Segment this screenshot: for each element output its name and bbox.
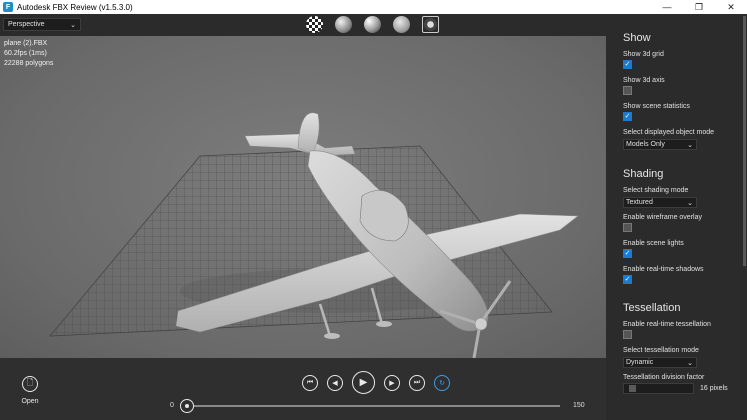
close-button[interactable]: ✕ <box>715 0 747 14</box>
window-title: Autodesk FBX Review (v1.5.3.0) <box>17 2 133 12</box>
top-toolbar: Perspective ⌄ <box>0 14 606 36</box>
shading-mode-select[interactable]: Textured ⌄ <box>623 197 697 208</box>
chevron-down-icon: ⌄ <box>687 359 693 367</box>
scrollbar-thumb[interactable] <box>743 16 746 266</box>
chevron-down-icon: ⌄ <box>687 199 693 207</box>
tessellation-section-title: Tessellation <box>623 302 681 314</box>
loop-toggle-button[interactable]: ↻ <box>434 374 450 391</box>
playback-bar: 🗋 Open ⏮ ◀ ▶ ▶ ⏭ ↻ 0 150 <box>0 358 606 420</box>
slider-handle[interactable] <box>629 385 636 392</box>
skip-to-start-button[interactable]: ⏮ <box>302 374 318 391</box>
show-grid-label: Show 3d grid <box>623 51 664 58</box>
tessellation-mode-select[interactable]: Dynamic ⌄ <box>623 357 697 368</box>
division-factor-slider[interactable] <box>623 383 694 394</box>
show-section-title: Show <box>623 32 651 44</box>
open-label: Open <box>21 398 39 405</box>
plain-sphere-icon[interactable] <box>335 16 352 33</box>
open-file-icon: 🗋 <box>22 376 38 392</box>
wireframe-checkbox[interactable] <box>623 223 632 232</box>
shading-section-title: Shading <box>623 168 664 180</box>
object-mode-label: Select displayed object mode <box>623 129 715 136</box>
panel-scrollbar[interactable] <box>742 14 747 420</box>
shadows-label: Enable real-time shadows <box>623 266 704 273</box>
settings-panel: Show Show 3d grid ✓ Show 3d axis Show sc… <box>606 14 747 420</box>
soft-sphere-icon[interactable] <box>393 16 410 33</box>
shadows-checkbox[interactable]: ✓ <box>623 275 632 284</box>
tessellation-mode-value: Dynamic <box>626 359 654 366</box>
step-forward-button[interactable]: ▶ <box>384 374 400 391</box>
skip-to-end-button[interactable]: ⏭ <box>409 374 425 391</box>
camera-view-select[interactable]: Perspective ⌄ <box>3 18 81 31</box>
shading-mode-label: Select shading mode <box>623 187 689 194</box>
frame-icon[interactable] <box>422 16 439 33</box>
timeline-track[interactable] <box>182 405 560 407</box>
show-axis-label: Show 3d axis <box>623 77 665 84</box>
realtime-tessellation-label: Enable real-time tessellation <box>623 321 711 328</box>
shading-mode-icons <box>306 16 439 33</box>
show-stats-label: Show scene statistics <box>623 103 690 110</box>
file-name: plane (2).FBX <box>4 40 48 47</box>
division-factor-row: 16 pixels <box>623 383 747 394</box>
wireframe-label: Enable wireframe overlay <box>623 214 702 221</box>
step-back-button[interactable]: ◀ <box>327 374 343 391</box>
realtime-tessellation-checkbox[interactable] <box>623 330 632 339</box>
timeline-start-label: 0 <box>170 402 174 409</box>
minimize-button[interactable]: — <box>651 0 683 14</box>
show-axis-checkbox[interactable] <box>623 86 632 95</box>
division-factor-value: 16 pixels <box>700 385 728 392</box>
scene-lights-checkbox[interactable]: ✓ <box>623 249 632 258</box>
fps-readout: 60.2fps (1ms) <box>4 50 47 57</box>
tessellation-mode-label: Select tessellation mode <box>623 347 699 354</box>
app-window: F Autodesk FBX Review (v1.5.3.0) — ❐ ✕ P… <box>0 0 747 420</box>
title-bar: F Autodesk FBX Review (v1.5.3.0) — ❐ ✕ <box>0 0 747 14</box>
show-grid-checkbox[interactable]: ✓ <box>623 60 632 69</box>
polygon-count: 22288 polygons <box>4 60 54 67</box>
open-button[interactable]: 🗋 Open <box>14 376 46 405</box>
maximize-button[interactable]: ❐ <box>683 0 715 14</box>
checker-sphere-icon[interactable] <box>306 16 323 33</box>
playback-controls: ⏮ ◀ ▶ ▶ ⏭ ↻ <box>302 371 450 394</box>
lit-sphere-icon[interactable] <box>364 16 381 33</box>
scene-render <box>49 112 579 358</box>
division-factor-label: Tessellation division factor <box>623 374 705 381</box>
object-mode-select[interactable]: Models Only ⌄ <box>623 139 697 150</box>
timeline-end-label: 150 <box>573 402 585 409</box>
scene-statistics: plane (2).FBX 60.2fps (1ms) 22288 polygo… <box>4 39 53 69</box>
scene-lights-label: Enable scene lights <box>623 240 684 247</box>
chevron-down-icon: ⌄ <box>70 21 76 29</box>
object-mode-value: Models Only <box>626 141 665 148</box>
app-icon: F <box>3 2 13 12</box>
3d-viewport[interactable]: plane (2).FBX 60.2fps (1ms) 22288 polygo… <box>0 36 606 358</box>
chevron-down-icon: ⌄ <box>687 141 693 149</box>
shading-mode-value: Textured <box>626 199 653 206</box>
play-button[interactable]: ▶ <box>352 371 375 394</box>
camera-view-value: Perspective <box>8 21 45 28</box>
timeline-scrubber[interactable] <box>180 399 194 413</box>
show-stats-checkbox[interactable]: ✓ <box>623 112 632 121</box>
